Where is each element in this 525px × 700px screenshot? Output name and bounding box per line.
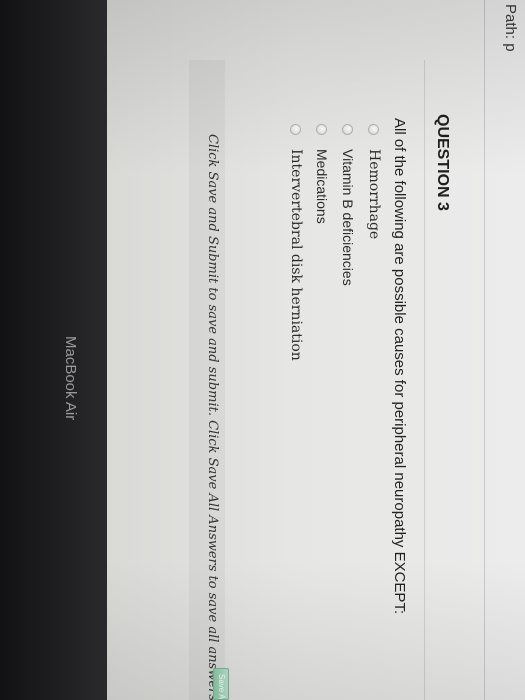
- photo-scene: Path: p QUESTION 3 All of the following …: [0, 0, 525, 700]
- option-label: Medications: [314, 149, 330, 224]
- question-prompt: All of the following are possible causes…: [391, 118, 408, 615]
- screen-display: Path: p QUESTION 3 All of the following …: [107, 0, 525, 700]
- radio-button[interactable]: [342, 124, 354, 135]
- radio-button[interactable]: [316, 124, 328, 135]
- radio-button[interactable]: [368, 124, 380, 135]
- radio-button[interactable]: [290, 124, 302, 135]
- option-vitamin-b-deficiencies[interactable]: Vitamin B deficiencies: [340, 124, 356, 286]
- header-divider: [484, 0, 485, 700]
- option-medications[interactable]: Medications: [314, 124, 330, 224]
- question-title: QUESTION 3: [434, 114, 451, 211]
- macbook-air-label: MacBook Air: [62, 336, 79, 421]
- question-divider: [424, 60, 425, 700]
- option-label: Hemorrhage: [366, 149, 382, 240]
- option-intervertebral-disk-herniation[interactable]: Intervertebral disk herniation: [288, 124, 304, 361]
- save-all-button[interactable]: Save All: [213, 668, 229, 700]
- option-hemorrhage[interactable]: Hemorrhage: [366, 124, 382, 239]
- path-label: Path: p: [502, 4, 519, 52]
- option-label: Vitamin B deficiencies: [340, 149, 356, 286]
- laptop-bezel: [0, 0, 107, 700]
- option-label: Intervertebral disk herniation: [288, 149, 304, 361]
- save-instructions: Click Save and Submit to save and submit…: [205, 134, 220, 700]
- question-panel: QUESTION 3 All of the following are poss…: [285, 60, 465, 700]
